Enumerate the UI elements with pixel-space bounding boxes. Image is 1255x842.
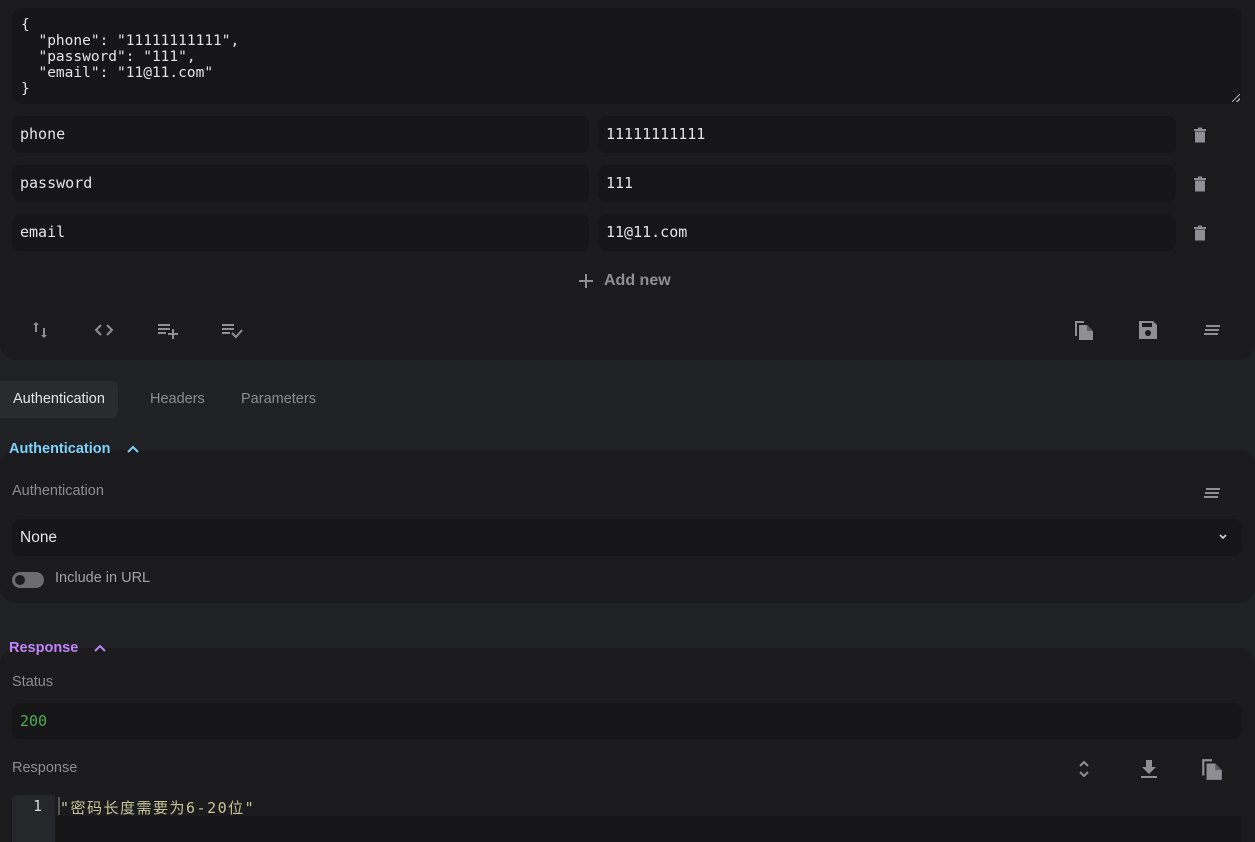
tab-headers[interactable]: Headers	[137, 381, 218, 418]
body-editor-card: { "phone": "11111111111", "password": "1…	[0, 0, 1255, 360]
key-input[interactable]: email	[12, 214, 589, 251]
response-body-line: "密码长度需要为6-20位"	[60, 799, 256, 817]
delete-row-button[interactable]	[1190, 125, 1210, 145]
authentication-type-select[interactable]: None	[12, 519, 1242, 556]
format-body-button[interactable]	[1201, 319, 1223, 341]
add-new-label: Add new	[604, 272, 671, 289]
value-input[interactable]: 11111111111	[598, 116, 1176, 153]
toggle-knob	[15, 575, 25, 585]
chevron-down-icon	[1219, 534, 1227, 540]
code-view-button[interactable]	[93, 319, 115, 341]
value-input[interactable]: 11@11.com	[598, 214, 1176, 251]
copy-icon	[1202, 759, 1222, 780]
expand-response-button[interactable]	[1072, 757, 1096, 781]
selected-value: None	[20, 529, 58, 546]
value-input[interactable]: 111	[598, 165, 1176, 202]
wrap-text-icon	[1204, 325, 1220, 335]
response-section-toggle[interactable]: Response	[9, 638, 107, 658]
status-value: 200	[12, 703, 1242, 739]
save-icon	[1139, 321, 1157, 339]
trash-icon	[1194, 225, 1206, 241]
include-in-url-label: Include in URL	[55, 570, 151, 586]
json-body-textarea[interactable]: { "phone": "11111111111", "password": "1…	[12, 8, 1242, 104]
resize-handle[interactable]	[1232, 94, 1240, 102]
chevron-up-icon	[126, 445, 139, 453]
playlist-add-icon	[158, 324, 178, 339]
add-new-button[interactable]: Add new	[578, 270, 671, 292]
tab-authentication[interactable]: Authentication	[0, 381, 118, 418]
code-icon	[94, 324, 114, 336]
kv-row: email 11@11.com	[12, 214, 1244, 251]
key-input[interactable]: password	[12, 165, 589, 202]
copy-icon	[1075, 321, 1093, 340]
wrap-text-icon	[1204, 488, 1220, 498]
response-label: Response	[12, 760, 78, 776]
swap-vertical-button[interactable]	[30, 319, 52, 341]
swap-vertical-icon	[33, 322, 47, 338]
status-label: Status	[12, 674, 54, 690]
copy-response-button[interactable]	[1200, 757, 1224, 781]
trash-icon	[1194, 127, 1206, 143]
chevron-up-icon	[94, 644, 107, 652]
delete-row-button[interactable]	[1190, 223, 1210, 243]
download-response-button[interactable]	[1137, 757, 1161, 781]
save-body-button[interactable]	[1137, 319, 1159, 341]
response-section-title: Response	[9, 640, 79, 656]
bulk-check-button[interactable]	[221, 319, 243, 341]
unfold-icon	[1079, 760, 1089, 778]
plus-icon	[579, 274, 593, 288]
trash-icon	[1194, 176, 1206, 192]
include-in-url-toggle[interactable]	[12, 572, 44, 588]
authentication-type-label: Authentication	[12, 483, 104, 499]
kv-row: password 111	[12, 165, 1244, 202]
download-icon	[1141, 760, 1157, 778]
kv-row: phone 11111111111	[12, 116, 1244, 153]
response-code-viewer[interactable]: 1 "密码长度需要为6-20位"	[12, 795, 1242, 842]
playlist-check-icon	[222, 324, 243, 339]
bulk-add-button[interactable]	[157, 319, 179, 341]
authentication-section-title: Authentication	[9, 441, 111, 457]
tab-parameters[interactable]: Parameters	[228, 381, 329, 418]
key-input[interactable]: phone	[12, 116, 589, 153]
delete-row-button[interactable]	[1190, 174, 1210, 194]
authentication-section-toggle[interactable]: Authentication	[9, 439, 139, 459]
code-area	[55, 816, 1242, 842]
format-auth-button[interactable]	[1201, 482, 1223, 504]
line-number: 1	[32, 797, 42, 815]
copy-body-button[interactable]	[1073, 319, 1095, 341]
